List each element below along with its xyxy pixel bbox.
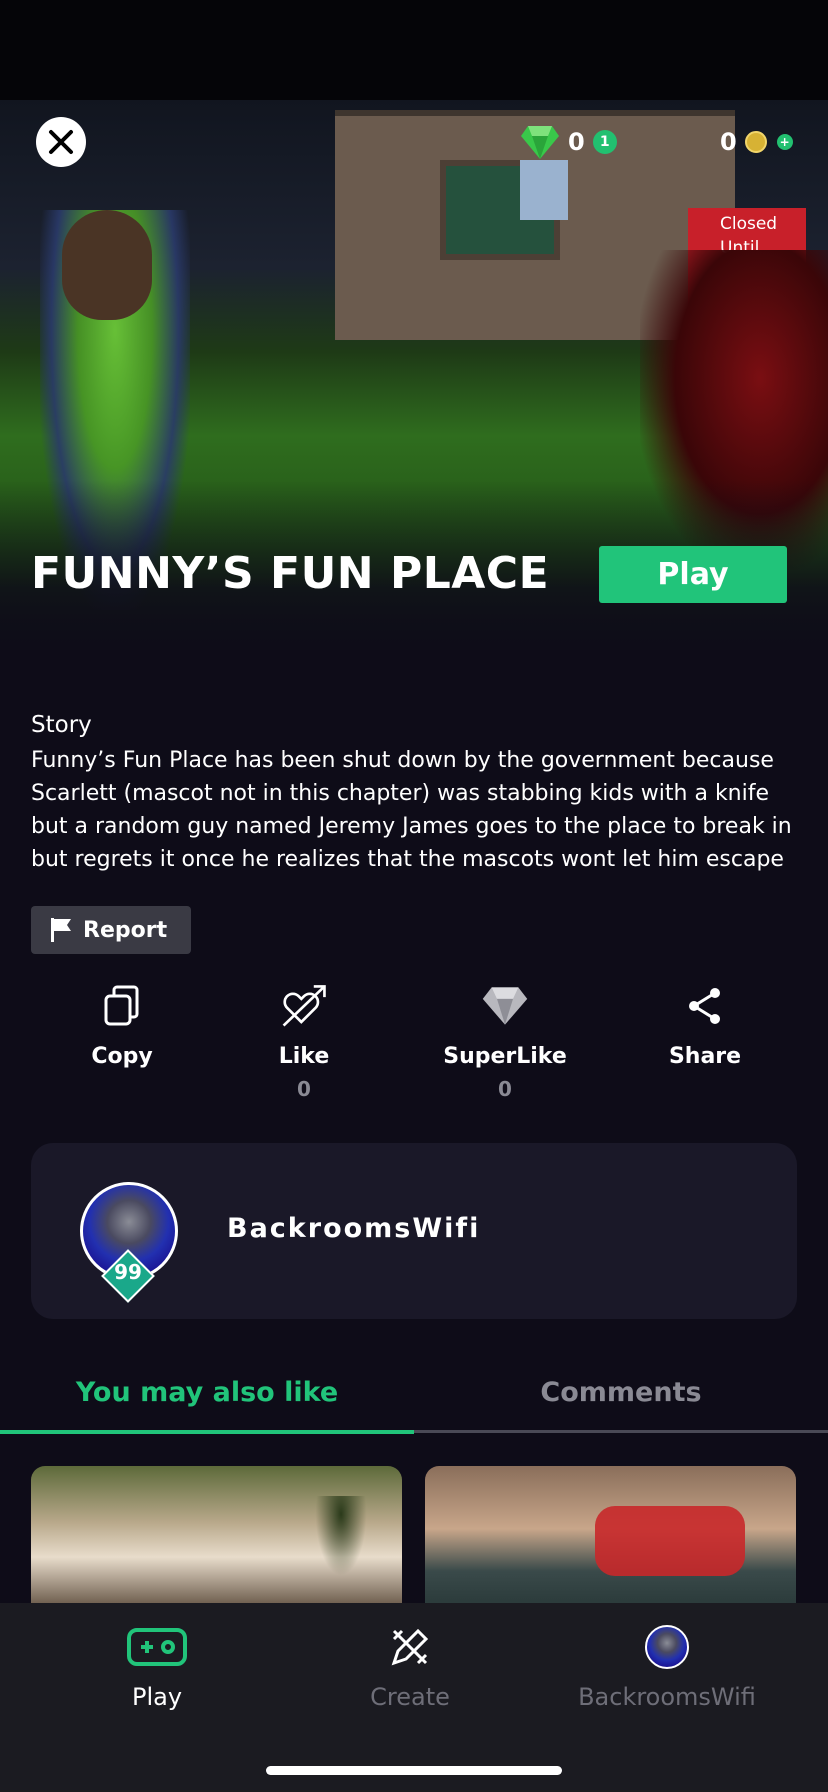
like-label: Like [278,1044,330,1069]
game-title: FUNNY’S FUN PLACE [31,548,550,599]
close-button[interactable] [36,117,86,167]
gems-counter[interactable]: 0 1 [520,122,617,162]
profile-avatar [645,1625,689,1669]
home-indicator[interactable] [266,1766,562,1775]
gamepad-icon [127,1628,187,1666]
like-count: 0 [297,1077,311,1101]
share-action[interactable]: Share [630,980,780,1077]
report-button[interactable]: Report [31,906,191,954]
gems-add-badge[interactable]: 1 [592,130,617,154]
gem-icon [521,126,559,159]
tab-comments[interactable]: Comments [414,1352,828,1432]
active-tab-indicator [0,1430,414,1434]
tab-you-may-also-like[interactable]: You may also like [0,1352,414,1432]
copy-icon [104,985,139,1026]
like-action[interactable]: Like 0 [229,980,379,1101]
thumb-car [595,1506,745,1576]
story-text: Funny’s Fun Place has been shut down by … [31,748,792,872]
creator-name[interactable]: BackroomsWifi [227,1213,480,1244]
nav-play[interactable]: Play [19,1623,295,1711]
heart-arrow-icon [282,985,326,1027]
hero-banner: Closed Until Furthe Noti 0 1 0 + FUNNY’S… [0,0,828,660]
story-heading: Story [31,712,92,738]
nav-profile[interactable]: BackroomsWifi [529,1623,805,1711]
coins-add-badge[interactable]: + [776,134,793,150]
superlike-label: SuperLike [443,1044,567,1069]
copy-label: Copy [91,1044,153,1069]
nav-play-label: Play [131,1683,183,1711]
hero-runner-head [62,210,152,320]
hero-window-light [520,160,568,220]
recommended-game-card[interactable] [425,1466,796,1606]
close-icon [49,130,73,154]
bottom-nav: Play Create BackroomsWifi [0,1603,828,1792]
superlike-count: 0 [498,1077,512,1101]
pencil-ruler-icon [391,1628,429,1666]
creator-card[interactable]: 99 BackroomsWifi [31,1143,797,1319]
coins-value: 0 [720,128,737,156]
nav-create[interactable]: Create [272,1623,548,1711]
gems-value: 0 [568,128,585,156]
diamond-icon [482,987,528,1025]
share-icon [689,988,720,1024]
coins-counter[interactable]: 0 + [712,122,793,162]
nav-profile-label: BackroomsWifi [578,1683,756,1711]
level-badge-number: 99 [114,1260,142,1284]
content-tabs: You may also like Comments [0,1352,828,1434]
report-label: Report [83,917,168,943]
thumb-palm-tree [311,1496,371,1586]
play-button[interactable]: Play [599,546,787,603]
flag-icon [51,918,71,942]
share-label: Share [668,1044,742,1069]
superlike-action[interactable]: SuperLike 0 [430,980,580,1101]
game-detail-screen: Closed Until Furthe Noti 0 1 0 + FUNNY’S… [0,0,828,1792]
coin-icon [744,131,767,153]
nav-create-label: Create [370,1683,450,1711]
recommended-game-card[interactable] [31,1466,402,1606]
copy-action[interactable]: Copy [47,980,197,1077]
